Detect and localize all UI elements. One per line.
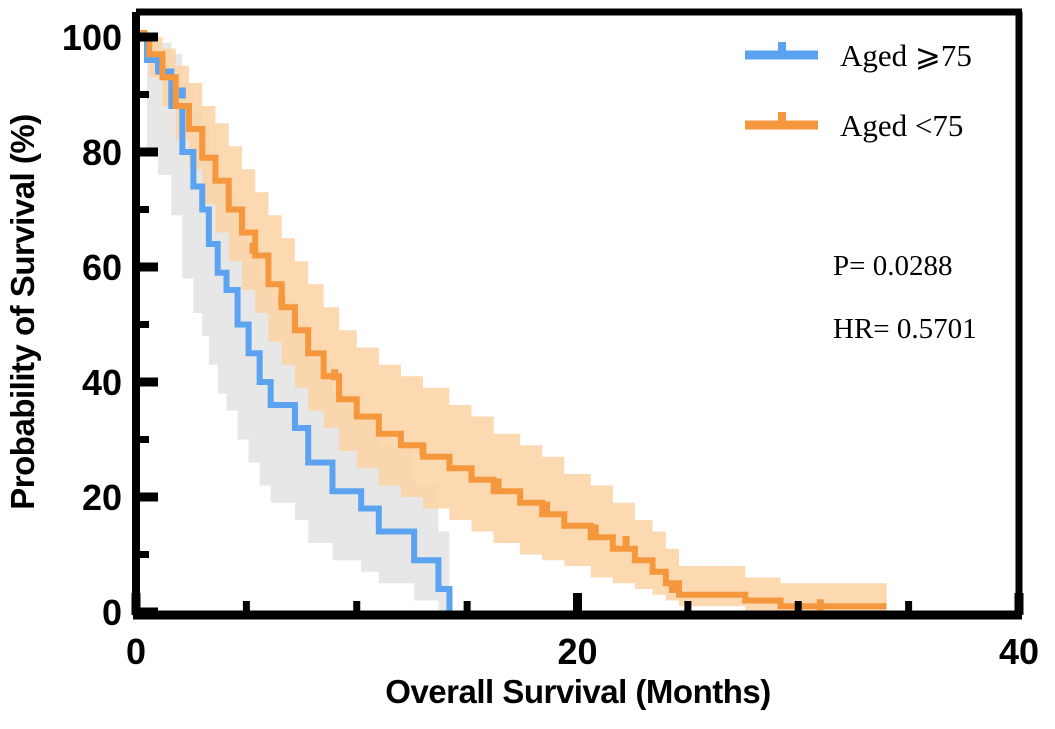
x-axis-tick-label: 20 xyxy=(557,631,597,672)
y-axis-tick-label: 80 xyxy=(82,132,122,173)
km-plot-svg: 0 20 40 60 80 100 0 20 40 Overall Survival (Mon… xyxy=(0,0,1055,729)
y-axis-tick-label: 40 xyxy=(82,362,122,403)
p-value-annotation: P= 0.0288 xyxy=(833,250,952,282)
y-axis-tick-label: 60 xyxy=(82,247,122,288)
hazard-ratio-annotation: HR= 0.5701 xyxy=(833,313,977,345)
legend-label-aged-ge-75: Aged ⩾75 xyxy=(840,38,972,73)
y-axis-tick-label: 100 xyxy=(62,17,122,58)
x-axis-title: Overall Survival (Months) xyxy=(385,673,770,710)
x-axis-tick-label: 0 xyxy=(126,631,146,672)
survival-chart: 0 20 40 60 80 100 0 20 40 Overall Survival (Mon… xyxy=(0,0,1055,729)
legend-label-aged-lt-75: Aged <75 xyxy=(840,108,963,143)
y-axis-tick-label: 0 xyxy=(102,592,122,633)
y-axis-tick-label: 20 xyxy=(82,477,122,518)
y-axis-title: Probability of Survival (%) xyxy=(4,114,41,509)
x-axis-tick-label: 40 xyxy=(999,631,1039,672)
